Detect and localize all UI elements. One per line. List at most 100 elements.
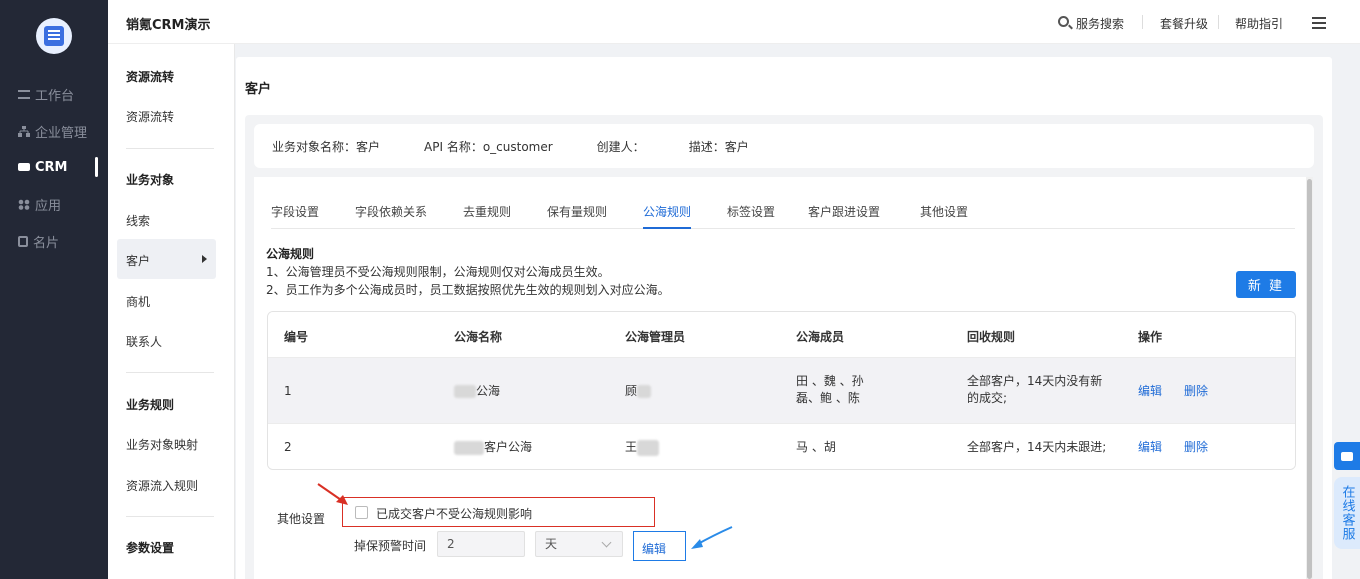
sidebar-item-contacts[interactable]: 联系人 bbox=[126, 333, 162, 350]
sidebar-item-leads[interactable]: 线索 bbox=[126, 212, 150, 229]
cell-members: 马 、胡 bbox=[796, 440, 836, 454]
tab-pool-rules[interactable]: 公海规则 bbox=[643, 203, 691, 220]
tab-tag-settings[interactable]: 标签设置 bbox=[727, 203, 775, 220]
section-title-business-rules: 业务规则 bbox=[126, 398, 175, 412]
tab-other-settings[interactable]: 其他设置 bbox=[920, 203, 968, 220]
cell-admin: 王 bbox=[625, 439, 660, 456]
unit-select[interactable]: 天 bbox=[535, 531, 623, 557]
cell-name: 客户公海 bbox=[454, 439, 532, 456]
creator-text: 创建人： bbox=[596, 139, 645, 154]
nav-active-indicator bbox=[95, 157, 98, 177]
redacted-blur bbox=[454, 440, 484, 455]
edit-link[interactable]: 编辑 bbox=[1138, 439, 1162, 456]
drop-warning-label: 掉保预警时间 bbox=[354, 539, 427, 553]
column-header-recycle-rule: 回收规则 bbox=[967, 330, 1016, 344]
table-header: 编号 公海名称 公海管理员 公海成员 回收规则 操作 bbox=[268, 312, 1295, 358]
sidebar-divider bbox=[126, 516, 214, 517]
tab-field-settings[interactable]: 字段设置 bbox=[271, 203, 319, 220]
delete-link[interactable]: 删除 bbox=[1184, 383, 1208, 400]
main-panel: 客户 业务对象名称：客户 API 名称：o_customer 创建人： 描述：客… bbox=[236, 57, 1332, 579]
highlight-box: 已成交客户不受公海规则影响 bbox=[342, 497, 655, 527]
other-settings-label: 其他设置 bbox=[277, 512, 326, 526]
left-nav: 工作台 企业管理 CRM 应用 名片 bbox=[0, 0, 108, 579]
nav-item-apps[interactable]: 应用 bbox=[18, 194, 61, 214]
online-service-button[interactable]: 在线客服 bbox=[1334, 477, 1360, 549]
tab-bar: 字段设置 字段依赖关系 去重规则 保有量规则 公海规则 标签设置 客户跟进设置 … bbox=[271, 201, 1295, 229]
delete-link[interactable]: 删除 bbox=[1184, 439, 1208, 456]
app-logo[interactable] bbox=[36, 18, 72, 54]
warning-days-input[interactable]: 2 bbox=[437, 531, 525, 557]
description-text: 描述：客户 bbox=[688, 139, 749, 154]
object-sidebar: 资源流转 资源流转 业务对象 线索 客户 商机 联系人 业务规则 业务对象映射 … bbox=[108, 44, 235, 579]
scrollbar-thumb[interactable] bbox=[1307, 179, 1312, 579]
nav-item-label: 企业管理 bbox=[35, 125, 88, 141]
nav-item-label: 名片 bbox=[33, 235, 60, 251]
object-info-card: 业务对象名称：客户 API 名称：o_customer 创建人： 描述：客户 bbox=[254, 124, 1314, 168]
sidebar-item-object-mapping[interactable]: 业务对象映射 bbox=[126, 436, 198, 453]
column-header-id: 编号 bbox=[284, 330, 309, 344]
apps-icon bbox=[18, 199, 30, 210]
redacted-blur bbox=[454, 385, 476, 398]
sidebar-item-customer[interactable]: 客户 bbox=[126, 252, 150, 269]
cell-recycle-rule: 全部客户，14天内没有新 的成交; bbox=[967, 374, 1103, 405]
section-title-resource-flow: 资源流转 bbox=[126, 70, 175, 84]
table-row[interactable]: 1 公海 顾 田 、魏 、孙 磊、鲍 、陈 全部客户，14天内没有新 的成交; bbox=[268, 358, 1295, 424]
hamburger-menu-icon[interactable] bbox=[1312, 17, 1326, 19]
chevron-down-icon bbox=[601, 537, 612, 548]
service-search-link[interactable]: 服务搜索 bbox=[1076, 15, 1124, 32]
column-header-actions: 操作 bbox=[1138, 330, 1163, 344]
tab-dedupe-rules[interactable]: 去重规则 bbox=[463, 203, 511, 220]
nav-item-crm[interactable]: CRM bbox=[18, 157, 68, 177]
object-name-text: 业务对象名称：客户 bbox=[272, 139, 381, 154]
org-icon bbox=[18, 126, 30, 137]
table-row[interactable]: 2 客户公海 王 马 、胡 全部客户，14天内未跟进; 编辑 删除 bbox=[268, 424, 1295, 469]
caret-right-icon bbox=[202, 255, 207, 263]
new-pool-button[interactable]: 新 建 bbox=[1236, 271, 1296, 298]
content-wrapper: 业务对象名称：客户 API 名称：o_customer 创建人： 描述：客户 字… bbox=[245, 115, 1323, 579]
nav-item-label: 工作台 bbox=[35, 88, 75, 104]
redacted-blur bbox=[637, 439, 660, 456]
rules-line-1: 1、公海管理员不受公海规则限制，公海规则仅对公海成员生效。 bbox=[266, 265, 610, 279]
nav-item-label: CRM bbox=[35, 159, 68, 175]
chat-button[interactable] bbox=[1334, 442, 1360, 470]
unit-value: 天 bbox=[545, 537, 558, 551]
sidebar-divider bbox=[126, 372, 214, 373]
section-title-business-objects: 业务对象 bbox=[126, 173, 175, 187]
upgrade-link[interactable]: 套餐升级 bbox=[1160, 15, 1208, 32]
header-divider bbox=[1142, 15, 1143, 29]
building-icon bbox=[44, 26, 64, 46]
tab-followup-settings[interactable]: 客户跟进设置 bbox=[808, 203, 880, 220]
nav-item-workbench[interactable]: 工作台 bbox=[18, 84, 74, 104]
rules-title: 公海规则 bbox=[266, 247, 315, 261]
sidebar-item-opportunities[interactable]: 商机 bbox=[126, 293, 150, 310]
help-link[interactable]: 帮助指引 bbox=[1235, 15, 1283, 32]
redacted-blur bbox=[637, 385, 652, 398]
cell-id: 2 bbox=[284, 440, 292, 454]
chat-icon bbox=[1341, 451, 1353, 461]
tab-field-dependencies[interactable]: 字段依赖关系 bbox=[355, 203, 427, 220]
section-title-params[interactable]: 参数设置 bbox=[126, 539, 174, 556]
nav-item-card[interactable]: 名片 bbox=[18, 231, 59, 251]
sidebar-item-inflow-rules[interactable]: 资源流入规则 bbox=[126, 477, 198, 494]
top-header: 销氪CRM演示 服务搜索 套餐升级 帮助指引 bbox=[108, 0, 1360, 44]
column-header-name: 公海名称 bbox=[454, 330, 503, 344]
edit-link[interactable]: 编辑 bbox=[1138, 383, 1162, 400]
sidebar-divider bbox=[126, 148, 214, 149]
cell-name: 公海 bbox=[454, 383, 500, 400]
edit-other-settings-button[interactable]: 编辑 bbox=[633, 531, 686, 561]
red-arrow-icon bbox=[317, 483, 348, 505]
nav-item-enterprise[interactable]: 企业管理 bbox=[18, 121, 87, 141]
page-title: 客户 bbox=[245, 82, 272, 97]
cell-id: 1 bbox=[284, 384, 292, 398]
settings-card: 字段设置 字段依赖关系 去重规则 保有量规则 公海规则 标签设置 客户跟进设置 … bbox=[254, 177, 1306, 579]
app-title: 销氪CRM演示 bbox=[126, 18, 211, 33]
active-tab-underline bbox=[643, 227, 691, 229]
header-divider bbox=[1218, 15, 1219, 29]
cell-admin: 顾 bbox=[625, 383, 652, 400]
closed-deal-exempt-checkbox[interactable] bbox=[355, 506, 368, 519]
checkbox-label[interactable]: 已成交客户不受公海规则影响 bbox=[376, 505, 532, 522]
search-icon[interactable] bbox=[1058, 16, 1069, 27]
sidebar-item-resource-flow[interactable]: 资源流转 bbox=[126, 108, 174, 125]
pool-table: 编号 公海名称 公海管理员 公海成员 回收规则 操作 1 公海 顾 田 、魏 、… bbox=[267, 311, 1296, 470]
tab-retention-rules[interactable]: 保有量规则 bbox=[547, 203, 607, 220]
